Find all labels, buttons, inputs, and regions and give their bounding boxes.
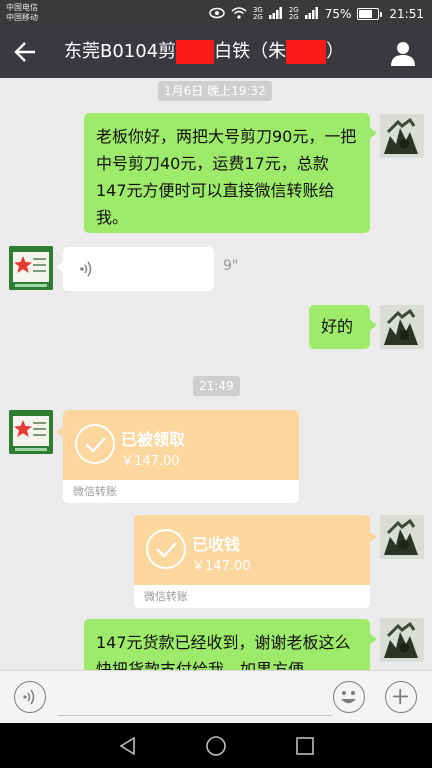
redaction-box-2 [286,40,327,64]
status-bar: 中国电信 中国移动 3G 2G 2G 2G 75% 21:51 [0,0,432,28]
nav-home-icon [206,736,226,756]
timestamp-2: 21:49 [193,376,240,396]
voice-mode-button[interactable] [14,681,46,713]
carrier-names: 中国电信 中国移动 [6,3,38,23]
emoji-icon [341,691,356,704]
transfer-card-received[interactable]: 已被领取 ￥147.00 微信转账 [56,410,299,503]
transfer-amount: ￥147.00 [121,454,180,469]
network-type-a: 3G 2G [253,7,263,21]
avatar-image-5 [380,515,424,559]
clock: 21:51 [389,7,424,21]
voice-duration: 9" [223,258,239,274]
transfer-status: 已被领取 [121,430,186,449]
avatar-image-6 [380,618,424,662]
plus-icon [393,689,408,704]
title-part-3: ） [326,41,345,62]
voice-message-bubble[interactable] [56,247,214,291]
contact-avatar-2[interactable] [9,410,53,454]
message-input[interactable] [58,715,332,716]
transfer-label: 微信转账 [73,485,117,498]
net-a-label-2: 2G [252,13,263,21]
network-type-b: 2G 2G [289,7,299,21]
voice-waves-icon [80,261,92,277]
contact-avatar[interactable] [9,246,53,290]
person-icon [391,42,415,66]
check-icon-2 [146,529,186,569]
transfer-card-confirmed[interactable]: 已收钱 ￥147.00 微信转账 [134,515,377,608]
avatar-image-3 [380,305,424,349]
my-avatar-3[interactable] [380,515,424,559]
avatar-image [380,114,424,158]
chat-area[interactable]: 1月6日 晚上19:32 老板你好，两把大号剪刀90元，一把中号剪刀40元，运费… [0,78,432,670]
battery-icon [357,8,383,20]
carrier-1: 中国电信 [6,3,38,12]
message-bubble-sent-2[interactable]: 好的 [309,305,377,349]
emoji-button[interactable] [333,681,365,713]
signal-icon [268,6,283,22]
system-nav-bar [0,723,432,768]
title-part-1: 东莞B0104剪 [64,41,177,62]
chat-header: 东莞B0104剪 白铁（朱 ） [0,28,432,78]
timestamp: 1月6日 晚上19:32 [158,81,272,101]
my-avatar-2[interactable] [380,305,424,349]
title-part-2: 白铁（朱 [214,41,287,62]
wifi-icon [231,6,247,22]
battery-percent: 75% [324,7,352,21]
my-avatar-4[interactable] [380,618,424,662]
check-icon [75,424,115,464]
signal-icon-2 [304,6,319,22]
back-button[interactable] [12,39,42,67]
avatar-image-4 [9,410,53,454]
nav-home-button[interactable] [205,735,227,757]
battery-fill [359,10,373,18]
nav-recents-button[interactable] [294,735,316,757]
nav-recents-icon [296,737,314,755]
transfer-status-2: 已收钱 [192,535,241,554]
carrier-2: 中国移动 [6,13,38,22]
my-avatar[interactable] [380,114,424,158]
input-bar [0,670,432,723]
chat-info-button[interactable] [390,40,416,66]
avatar-image-2 [9,246,53,290]
nav-back-icon [119,736,135,756]
more-button[interactable] [385,681,417,713]
chat-title: 东莞B0104剪 白铁（朱 ） [64,40,344,64]
transfer-amount-2: ￥147.00 [192,559,251,574]
message-bubble-sent-3[interactable]: 147元货款已经收到，谢谢老板这么快把货款支付给我，如果方便， [84,619,377,670]
status-icons: 3G 2G 2G 2G 75% 21:51 [209,0,424,28]
back-arrow-icon [14,42,35,62]
message-bubble-sent[interactable]: 老板你好，两把大号剪刀90元，一把中号剪刀40元，运费17元，总款147元方便时… [84,113,377,233]
redaction-box [176,40,215,64]
eye-icon [209,7,225,22]
net-b-label-2: 2G [288,13,299,21]
transfer-label-2: 微信转账 [144,590,188,603]
nav-back-button[interactable] [117,735,139,757]
voice-mode-icon [23,689,35,705]
